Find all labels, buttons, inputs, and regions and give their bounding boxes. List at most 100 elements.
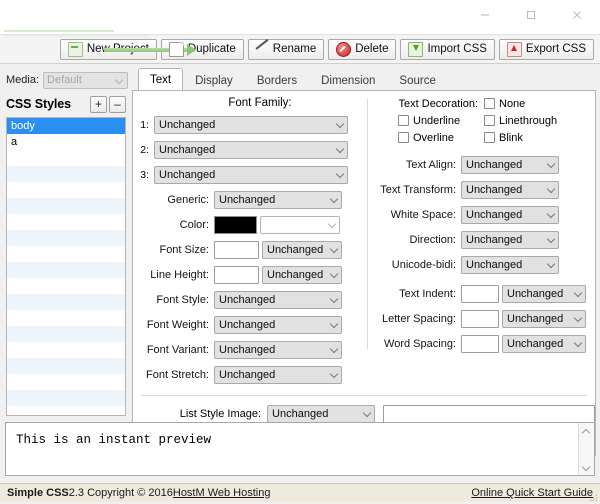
scroll-up-icon[interactable] [582,428,591,434]
generic-select[interactable]: Unchanged [214,190,342,209]
rename-label: Rename [272,43,317,55]
word-spacing-label: Word Spacing: [384,337,456,350]
import-css-button[interactable]: Import CSS [400,38,495,60]
chevron-down-icon [547,260,556,269]
font-size-input[interactable] [214,240,259,259]
list-item-empty [7,390,125,406]
text-transform-value: Unchanged [466,183,523,196]
tab-text[interactable]: Text [138,68,184,91]
color-select[interactable] [260,215,340,234]
text-indent-input[interactable] [461,284,499,303]
list-item-empty [7,150,125,166]
color-swatch[interactable] [214,215,257,234]
font-stretch-select[interactable]: Unchanged [214,365,342,384]
checkbox-blink[interactable]: Blink [484,132,570,144]
font-style-value: Unchanged [219,293,276,306]
toolbar-ghost-line-2 [4,35,149,37]
tab-display[interactable]: Display [183,70,245,91]
direction-row: Direction: Unchanged [378,229,595,250]
quick-start-guide-link[interactable]: Online Quick Start Guide [471,487,593,499]
rename-button[interactable]: Rename [247,38,325,60]
list-style-image-select[interactable]: Unchanged [267,404,376,423]
font-style-select[interactable]: Unchanged [214,290,342,309]
remove-style-button[interactable]: – [109,95,126,113]
delete-button[interactable]: Delete [328,38,397,60]
list-item[interactable]: a [7,134,125,150]
css-styles-title: CSS Styles [6,97,72,111]
media-row: Media: Default [6,70,128,90]
font-weight-select[interactable]: Unchanged [214,315,342,334]
word-spacing-unit-value: Unchanged [507,337,564,350]
word-spacing-input[interactable] [461,334,499,353]
preview-text: This is an instant preview [16,433,212,447]
checkbox-linethrough-box[interactable] [484,115,495,126]
minimize-icon[interactable] [462,0,508,30]
list-item-empty [7,342,125,358]
export-up-arrow-icon [506,41,522,57]
editor-panel: Text Display Borders Dimension Source Fo… [132,68,596,456]
font-family-2-select[interactable]: Unchanged [154,140,348,159]
checkbox-none-box[interactable] [484,98,495,109]
preview-scrollbar[interactable] [578,423,594,475]
maximize-icon[interactable] [508,0,554,30]
font-family-3-select[interactable]: Unchanged [154,165,348,184]
line-height-unit-select[interactable]: Unchanged [262,265,342,284]
chevron-down-icon [330,370,339,379]
export-css-label: Export CSS [525,43,586,55]
font-size-unit-select[interactable]: Unchanged [262,240,342,259]
text-indent-unit-select[interactable]: Unchanged [502,284,586,303]
line-height-label: Line Height: [150,268,209,281]
chevron-down-icon [547,235,556,244]
checkbox-overline-box[interactable] [398,132,409,143]
font-style-label: Font Style: [156,293,209,306]
checkbox-underline-label: Underline [413,114,461,127]
font-family-header: Font Family: [228,97,292,109]
vendor-link[interactable]: HostM Web Hosting [173,487,271,499]
export-css-button[interactable]: Export CSS [498,38,594,60]
checkbox-underline-box[interactable] [398,115,409,126]
duplicate-button[interactable]: Duplicate [160,38,244,60]
text-transform-select[interactable]: Unchanged [461,180,559,199]
direction-select[interactable]: Unchanged [461,230,559,249]
letter-spacing-input[interactable] [461,309,499,328]
list-style-image-url-input[interactable] [383,404,595,423]
font-variant-select[interactable]: Unchanged [214,340,342,359]
text-indent-row: Text Indent: Unchanged [378,283,595,304]
font-family-row-3: 3: Unchanged [133,164,361,185]
word-spacing-unit-select[interactable]: Unchanged [502,334,586,353]
checkbox-linethrough[interactable]: Linethrough [484,115,570,127]
status-bar: Simple CSS 2.3 Copyright © 2016 HostM We… [0,483,600,502]
list-item-empty [7,374,125,390]
font-family-2-value: Unchanged [159,143,216,156]
font-variant-value: Unchanged [219,343,276,356]
text-align-select[interactable]: Unchanged [461,155,559,174]
chevron-down-icon [336,170,345,179]
close-icon[interactable] [554,0,600,30]
resize-grip-icon[interactable] [590,492,598,502]
css-styles-list[interactable]: body a [6,117,126,416]
tab-source[interactable]: Source [387,70,447,91]
checkbox-blink-box[interactable] [484,132,495,143]
scroll-down-icon[interactable] [582,464,591,470]
media-select[interactable]: Default [43,71,128,89]
list-item-empty [7,182,125,198]
text-tab-panel: Font Family: 1: Unchanged 2: Unchanged 3… [132,90,596,456]
font-family-1-select[interactable]: Unchanged [154,115,348,134]
chevron-down-icon [330,345,339,354]
text-indent-unit-value: Unchanged [507,287,564,300]
checkbox-none[interactable]: None [484,98,570,110]
chevron-down-icon [330,245,339,254]
letter-spacing-unit-select[interactable]: Unchanged [502,309,586,328]
white-space-select[interactable]: Unchanged [461,205,559,224]
list-item[interactable]: body [7,118,125,134]
tab-borders[interactable]: Borders [245,70,309,91]
list-style-image-label: List Style Image: [179,407,262,420]
styles-sidebar: Media: Default CSS Styles + – body a [4,68,128,416]
line-height-input[interactable] [214,265,259,284]
add-style-button[interactable]: + [90,95,107,113]
white-space-value: Unchanged [466,208,523,221]
two-column-layout: Font Family: 1: Unchanged 2: Unchanged 3… [133,91,595,389]
tab-dimension[interactable]: Dimension [309,70,387,91]
unicode-bidi-select[interactable]: Unchanged [461,255,559,274]
version-copyright-label: 2.3 Copyright © 2016 [68,487,173,499]
